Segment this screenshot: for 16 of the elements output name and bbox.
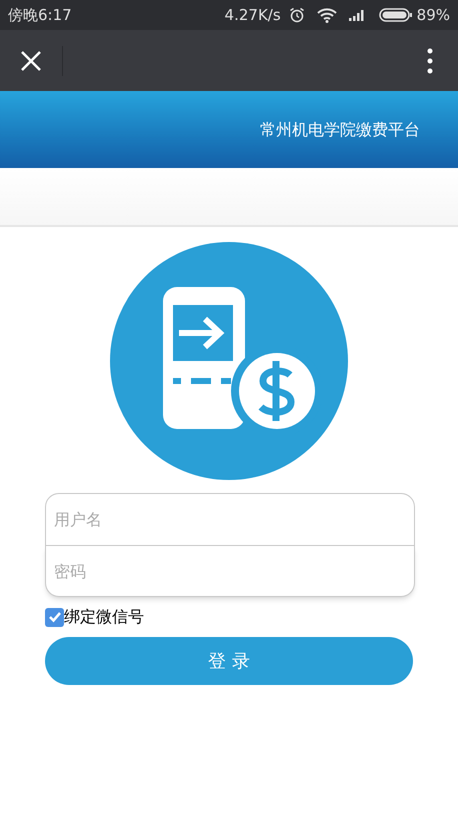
check-icon [48, 610, 62, 624]
password-field[interactable]: 密码 [45, 546, 415, 597]
page-title: 常州机电学院缴费平台 [260, 118, 420, 140]
username-field[interactable]: 用户名 [45, 493, 415, 546]
more-icon [427, 48, 433, 74]
status-time: 傍晚6:17 [8, 4, 72, 26]
checkbox-label: 绑定微信号 [64, 606, 144, 628]
checkbox[interactable] [45, 608, 64, 626]
close-icon [20, 50, 42, 72]
battery-icon [378, 8, 413, 22]
wifi-icon [316, 8, 337, 22]
network-speed: 4.27K/s [224, 4, 281, 26]
alarm-icon [288, 7, 305, 23]
login-button[interactable]: 登 录 [45, 637, 413, 685]
battery-level: 89% [416, 4, 450, 26]
payment-terminal-icon [109, 241, 349, 481]
